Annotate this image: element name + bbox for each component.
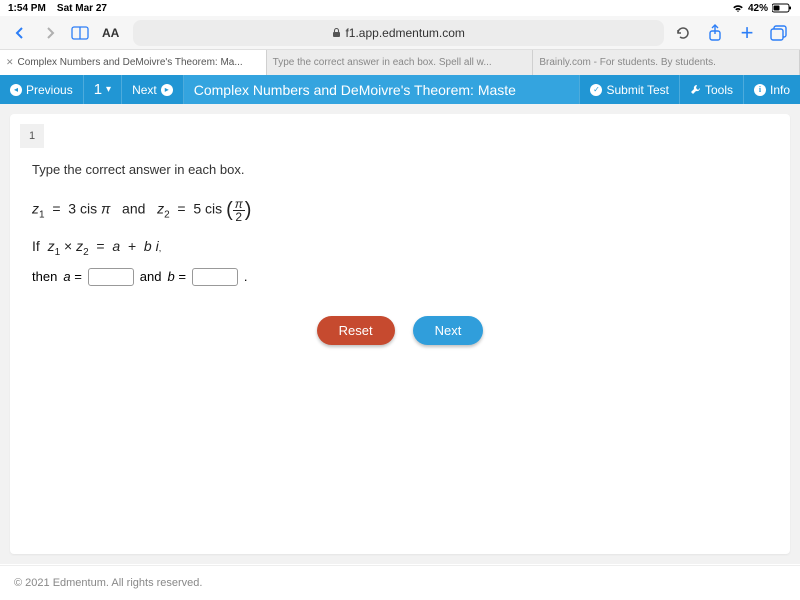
text-size-button[interactable]: AA bbox=[102, 26, 119, 40]
instruction-text: Type the correct answer in each box. bbox=[32, 162, 768, 177]
tabs-icon[interactable] bbox=[766, 20, 792, 46]
status-right: 42% bbox=[732, 3, 792, 14]
a-var-label: a = bbox=[63, 269, 81, 284]
then-label: then bbox=[32, 269, 57, 284]
lock-icon bbox=[332, 27, 341, 38]
action-buttons: Reset Next bbox=[32, 316, 768, 345]
a-input[interactable] bbox=[88, 268, 134, 286]
tab-label: Brainly.com - For students. By students. bbox=[539, 57, 716, 68]
tools-label: Tools bbox=[705, 83, 733, 97]
check-icon: ✓ bbox=[590, 84, 602, 96]
submit-test-button[interactable]: ✓ Submit Test bbox=[579, 75, 678, 104]
bookmarks-icon[interactable] bbox=[68, 21, 92, 45]
tab-label: Type the correct answer in each box. Spe… bbox=[273, 57, 492, 68]
question-card: 1 Type the correct answer in each box. z… bbox=[10, 114, 790, 554]
browser-tab-2[interactable]: Brainly.com - For students. By students. bbox=[533, 50, 800, 75]
url-bar[interactable]: f1.app.edmentum.com bbox=[133, 20, 664, 46]
battery-icon bbox=[772, 3, 792, 13]
app-nav: ◂ Previous 1 ▾ Next ▸ Complex Numbers an… bbox=[0, 75, 800, 104]
wrench-icon bbox=[690, 84, 701, 95]
browser-bar: AA f1.app.edmentum.com + bbox=[0, 16, 800, 50]
content-area: 1 Type the correct answer in each box. z… bbox=[0, 104, 800, 564]
chevron-down-icon: ▾ bbox=[106, 84, 111, 95]
status-date: Sat Mar 27 bbox=[57, 3, 107, 14]
period-label: . bbox=[244, 269, 248, 284]
new-tab-icon[interactable]: + bbox=[734, 20, 760, 46]
browser-tab-0[interactable]: ✕ Complex Numbers and DeMoivre's Theorem… bbox=[0, 50, 267, 75]
and-label: and bbox=[140, 269, 162, 284]
info-label: Info bbox=[770, 83, 790, 97]
next-answer-button[interactable]: Next bbox=[413, 316, 484, 345]
copyright-text: © 2021 Edmentum. All rights reserved. bbox=[14, 577, 202, 589]
question-number: 1 bbox=[20, 124, 44, 148]
wifi-icon bbox=[732, 3, 744, 13]
math-expression: z1 = 3 cis π and z2 = 5 cis (π2) If z1 ×… bbox=[32, 191, 768, 262]
qnum-label: 1 bbox=[94, 81, 102, 98]
status-bar: 1:54 PM Sat Mar 27 42% bbox=[0, 0, 800, 16]
prev-label: Previous bbox=[26, 83, 73, 97]
answer-line: then a = and b = . bbox=[32, 268, 768, 286]
prev-button[interactable]: ◂ Previous bbox=[0, 75, 84, 104]
b-var-label: b = bbox=[167, 269, 185, 284]
close-icon[interactable]: ✕ bbox=[6, 57, 14, 68]
b-input[interactable] bbox=[192, 268, 238, 286]
question-picker[interactable]: 1 ▾ bbox=[84, 75, 122, 104]
back-button[interactable] bbox=[8, 21, 32, 45]
battery-pct: 42% bbox=[748, 3, 768, 14]
next-label: Next bbox=[132, 83, 157, 97]
tab-label: Complex Numbers and DeMoivre's Theorem: … bbox=[18, 57, 243, 68]
submit-label: Submit Test bbox=[606, 83, 668, 97]
page-title: Complex Numbers and DeMoivre's Theorem: … bbox=[184, 75, 580, 104]
next-button[interactable]: Next ▸ bbox=[122, 75, 184, 104]
browser-tab-1[interactable]: Type the correct answer in each box. Spe… bbox=[267, 50, 534, 75]
status-time: 1:54 PM bbox=[8, 3, 46, 14]
info-icon: i bbox=[754, 84, 766, 96]
status-left: 1:54 PM Sat Mar 27 bbox=[8, 3, 107, 14]
share-icon[interactable] bbox=[702, 20, 728, 46]
reset-button[interactable]: Reset bbox=[317, 316, 395, 345]
footer: © 2021 Edmentum. All rights reserved. bbox=[0, 565, 800, 600]
reload-icon[interactable] bbox=[670, 20, 696, 46]
forward-button[interactable] bbox=[38, 21, 62, 45]
browser-tabs: ✕ Complex Numbers and DeMoivre's Theorem… bbox=[0, 50, 800, 75]
tools-button[interactable]: Tools bbox=[679, 75, 743, 104]
info-button[interactable]: i Info bbox=[743, 75, 800, 104]
url-text: f1.app.edmentum.com bbox=[345, 26, 464, 40]
